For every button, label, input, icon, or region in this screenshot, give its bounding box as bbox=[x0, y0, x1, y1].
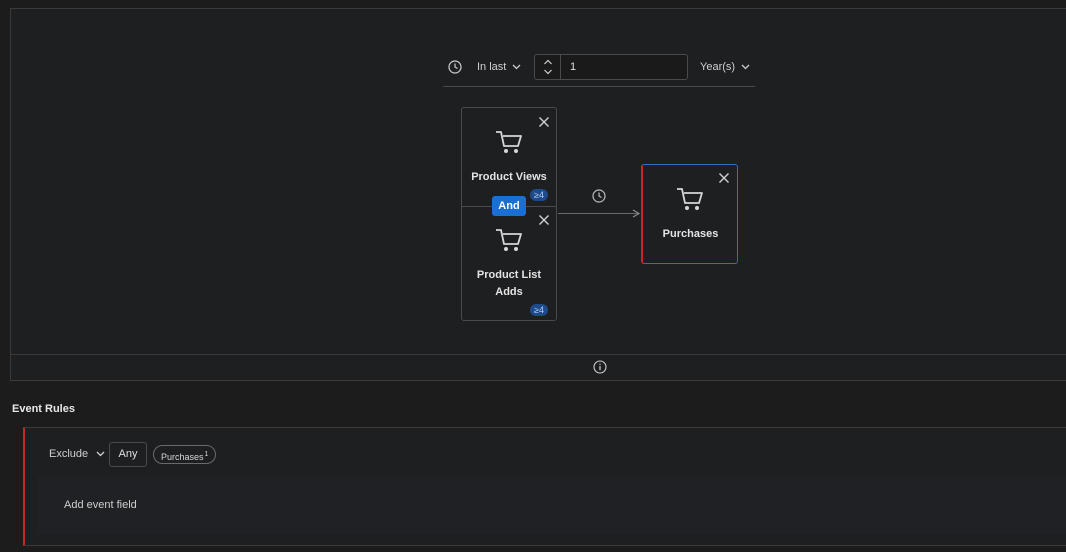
time-value-stepper bbox=[534, 54, 688, 80]
event-product-list-adds[interactable]: Product List Adds ≥4 bbox=[462, 207, 556, 321]
shopping-cart-icon bbox=[677, 188, 703, 210]
chip-label: Purchases bbox=[161, 452, 204, 462]
time-constraint-bar: In last Year(s) bbox=[443, 54, 755, 87]
event-label: Purchases bbox=[662, 228, 719, 240]
info-icon[interactable] bbox=[593, 360, 607, 374]
time-value-input[interactable] bbox=[562, 55, 686, 79]
add-event-field-area[interactable]: Add event field bbox=[37, 476, 1066, 534]
time-unit-label: Year(s) bbox=[700, 61, 736, 73]
any-button[interactable]: Any bbox=[109, 442, 147, 467]
shopping-cart-icon bbox=[496, 229, 522, 251]
time-unit-dropdown[interactable]: Year(s) bbox=[700, 61, 750, 73]
chevron-down-icon bbox=[96, 451, 105, 457]
event-label: Product Views bbox=[471, 171, 547, 183]
close-icon[interactable] bbox=[718, 172, 730, 184]
clock-icon[interactable] bbox=[592, 189, 606, 203]
arrow-right-icon bbox=[632, 209, 641, 218]
event-product-views[interactable]: Product Views ≥4 bbox=[462, 108, 556, 206]
chip-superscript: 1 bbox=[204, 451, 209, 458]
count-badge[interactable]: ≥4 bbox=[530, 189, 548, 201]
sequence-connector bbox=[558, 213, 638, 214]
add-event-field-button[interactable]: Add event field bbox=[64, 499, 137, 511]
clock-icon[interactable] bbox=[448, 60, 462, 74]
canvas-footer bbox=[11, 354, 1066, 380]
stepper-arrows[interactable] bbox=[535, 55, 561, 79]
purchases-chip[interactable]: Purchases1 bbox=[153, 445, 217, 464]
event-rules-panel: Exclude Any Purchases1 Add event field bbox=[23, 427, 1066, 546]
event-purchases[interactable]: Purchases bbox=[641, 164, 738, 264]
shopping-cart-icon bbox=[496, 131, 522, 153]
time-mode-dropdown[interactable]: In last bbox=[477, 61, 521, 73]
chevron-down-icon bbox=[741, 64, 750, 70]
time-mode-label: In last bbox=[477, 61, 507, 73]
count-badge[interactable]: ≥4 bbox=[530, 304, 548, 316]
close-icon[interactable] bbox=[538, 214, 550, 226]
event-rules-title: Event Rules bbox=[12, 403, 75, 415]
chevron-down-icon bbox=[512, 64, 521, 70]
close-icon[interactable] bbox=[538, 116, 550, 128]
exclude-label: Exclude bbox=[49, 448, 89, 460]
chevron-down-icon[interactable] bbox=[535, 66, 561, 78]
sequence-canvas: In last Year(s) Product Views ≥4 bbox=[10, 8, 1066, 381]
exclude-dropdown[interactable]: Exclude bbox=[49, 448, 105, 460]
event-label: Product List Adds bbox=[476, 269, 542, 298]
event-group-card[interactable]: Product Views ≥4 And Product List Adds ≥… bbox=[461, 107, 557, 321]
